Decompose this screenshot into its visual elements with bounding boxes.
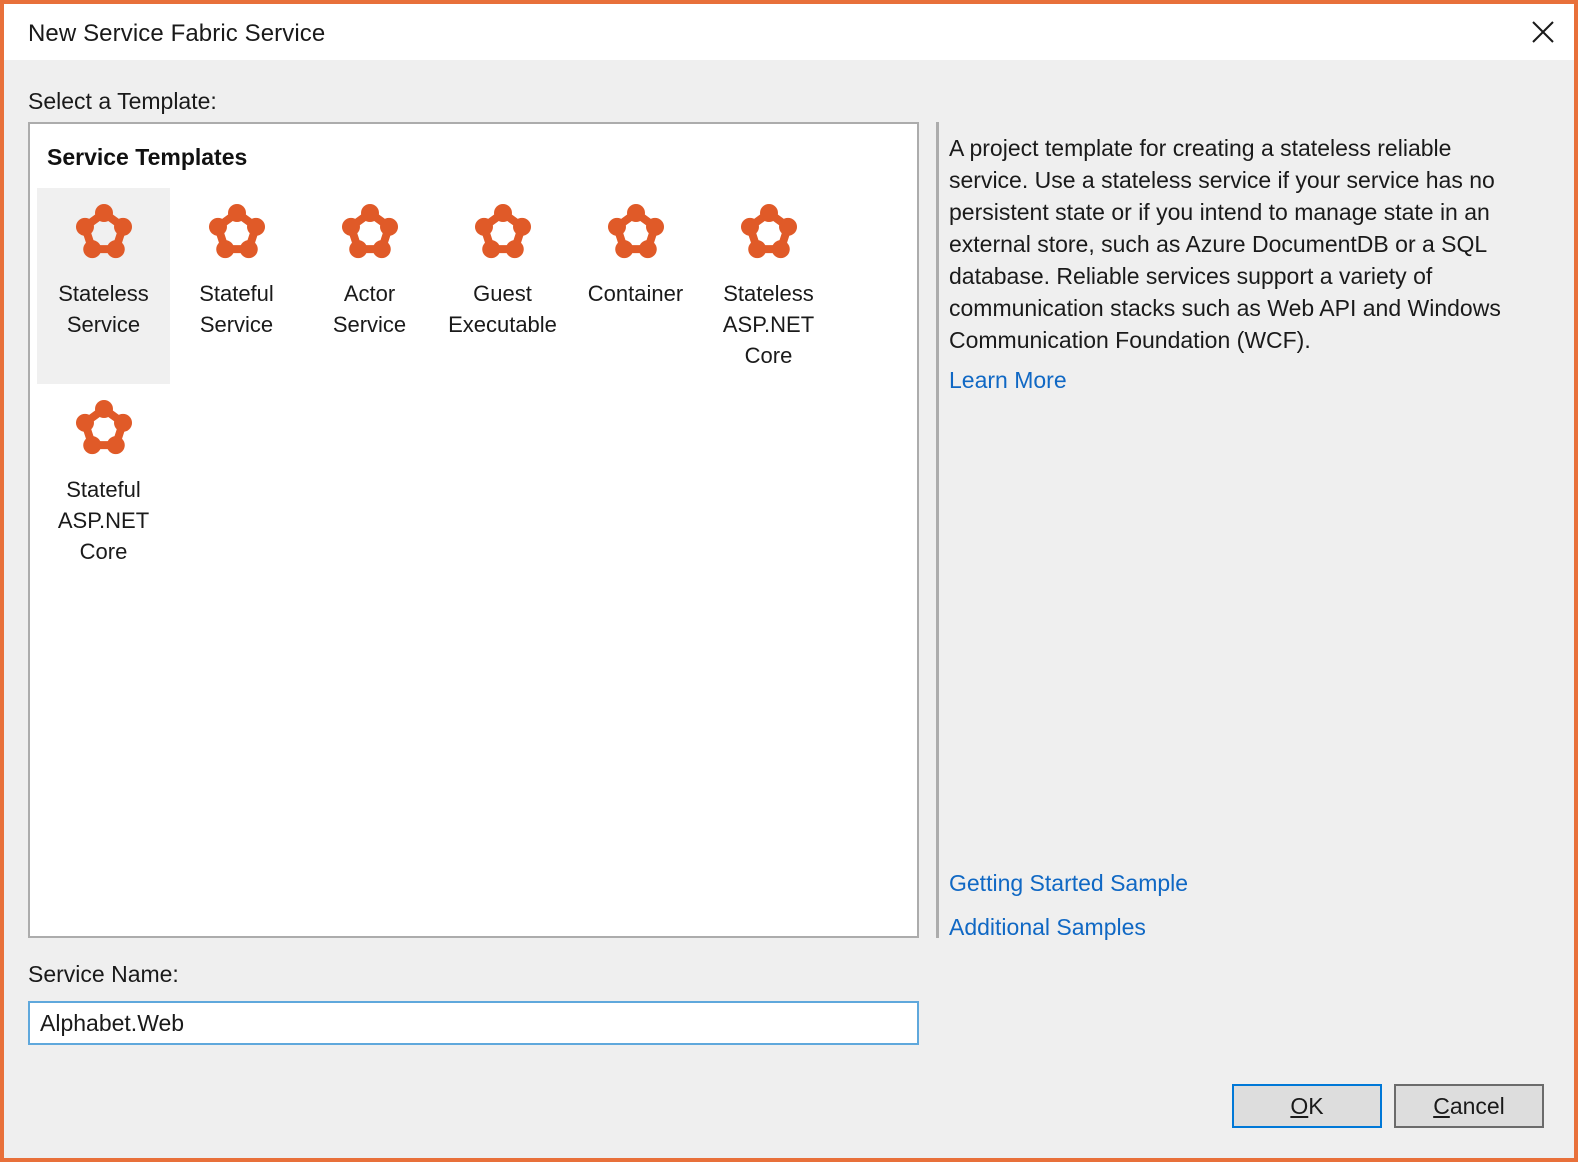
- additional-samples-link[interactable]: Additional Samples: [949, 914, 1146, 941]
- ok-suffix: K: [1308, 1093, 1323, 1119]
- service-templates-grid: Stateless ServiceStateful ServiceActor S…: [37, 188, 913, 580]
- panel-splitter[interactable]: [936, 122, 939, 938]
- cancel-suffix: ancel: [1450, 1093, 1505, 1119]
- template-details-pane: A project template for creating a statel…: [949, 122, 1541, 938]
- service-templates-heading: Service Templates: [47, 144, 247, 171]
- service-fabric-pentagon-icon: [605, 202, 667, 264]
- new-service-fabric-service-dialog: New Service Fabric Service Select a Temp…: [0, 0, 1578, 1162]
- template-description: A project template for creating a statel…: [949, 132, 1533, 356]
- cancel-button[interactable]: Cancel: [1394, 1084, 1544, 1128]
- template-tile[interactable]: Guest Executable: [436, 188, 569, 384]
- service-fabric-pentagon-icon: [73, 398, 135, 460]
- service-fabric-pentagon-icon: [73, 202, 135, 264]
- template-tile-label: Stateful ASP.NET Core: [41, 474, 167, 567]
- learn-more-link[interactable]: Learn More: [949, 367, 1067, 394]
- template-tile-label: Actor Service: [307, 278, 433, 340]
- service-fabric-pentagon-icon: [472, 202, 534, 264]
- service-name-input[interactable]: [28, 1001, 919, 1045]
- template-tile-label: Guest Executable: [440, 278, 566, 340]
- ok-button-label: OK: [1290, 1093, 1323, 1120]
- template-tile[interactable]: Stateless Service: [37, 188, 170, 384]
- cancel-button-label: Cancel: [1433, 1093, 1505, 1120]
- service-name-label: Service Name:: [28, 961, 179, 988]
- service-fabric-pentagon-icon: [206, 202, 268, 264]
- template-tile[interactable]: Stateful Service: [170, 188, 303, 384]
- dialog-titlebar: New Service Fabric Service: [4, 4, 1574, 60]
- template-tile-label: Stateless Service: [41, 278, 167, 340]
- select-template-label: Select a Template:: [28, 88, 217, 115]
- template-tile[interactable]: Stateful ASP.NET Core: [37, 384, 170, 580]
- ok-accesskey: O: [1290, 1093, 1308, 1119]
- cancel-accesskey: C: [1433, 1093, 1450, 1119]
- ok-button[interactable]: OK: [1232, 1084, 1382, 1128]
- close-icon[interactable]: [1512, 4, 1574, 60]
- template-tile[interactable]: Container: [569, 188, 702, 384]
- template-tile-label: Stateless ASP.NET Core: [706, 278, 832, 371]
- service-fabric-pentagon-icon: [738, 202, 800, 264]
- template-tile[interactable]: Stateless ASP.NET Core: [702, 188, 835, 384]
- template-tile[interactable]: Actor Service: [303, 188, 436, 384]
- dialog-title: New Service Fabric Service: [28, 20, 325, 48]
- template-tile-label: Container: [573, 278, 699, 309]
- template-tile-label: Stateful Service: [174, 278, 300, 340]
- service-fabric-pentagon-icon: [339, 202, 401, 264]
- service-templates-panel: Service Templates Stateless ServiceState…: [28, 122, 919, 938]
- getting-started-sample-link[interactable]: Getting Started Sample: [949, 870, 1188, 897]
